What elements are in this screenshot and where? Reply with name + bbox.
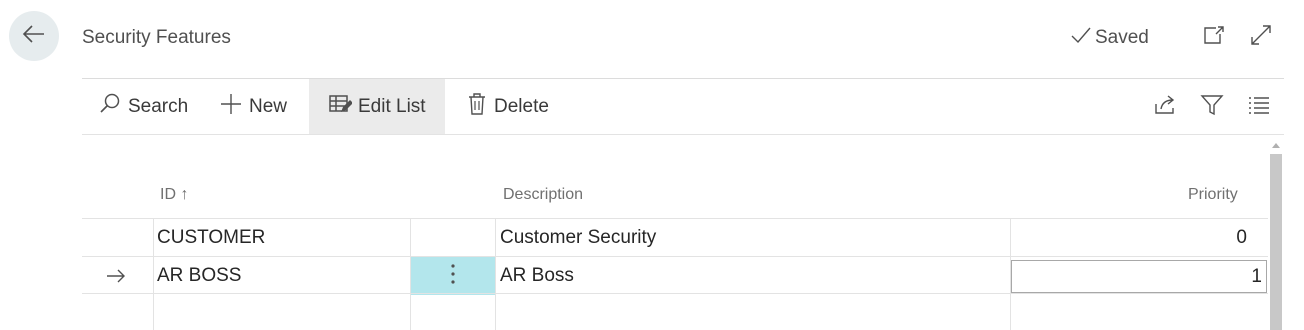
expand-button[interactable] (1249, 23, 1273, 52)
filter-icon (1200, 93, 1224, 122)
priority-input[interactable] (1011, 260, 1267, 293)
open-in-new-icon (1203, 25, 1225, 50)
column-header-id[interactable]: ID ↑ (160, 186, 188, 204)
cell-id[interactable]: AR BOSS (157, 257, 241, 295)
scrollbar-thumb[interactable] (1270, 154, 1282, 330)
more-vertical-icon (450, 263, 456, 290)
edit-list-icon (328, 93, 353, 121)
cell-priority[interactable]: 0 (1011, 219, 1247, 257)
saved-label: Saved (1095, 27, 1149, 48)
scroll-up-icon[interactable] (1272, 143, 1280, 148)
search-icon (98, 92, 122, 122)
filter-button[interactable] (1200, 93, 1224, 122)
list-icon (1247, 95, 1271, 120)
plus-icon (219, 92, 243, 122)
sort-ascending-icon: ↑ (180, 186, 189, 203)
list-options-button[interactable] (1247, 95, 1271, 119)
current-row-arrow-icon (106, 257, 126, 295)
search-label: Search (128, 95, 189, 117)
column-header-description[interactable]: Description (503, 186, 583, 204)
delete-button[interactable]: Delete (466, 79, 549, 134)
row-actions-menu-button[interactable] (411, 257, 495, 295)
action-bar: Search New Edit List Delete (82, 79, 1284, 135)
arrow-left-icon (21, 21, 47, 52)
column-header-priority[interactable]: Priority (1188, 186, 1238, 204)
table-row[interactable]: CUSTOMER Customer Security 0 (82, 219, 1268, 257)
checkmark-icon (1070, 26, 1092, 50)
vertical-scrollbar[interactable] (1268, 140, 1284, 330)
row-divider (82, 293, 1268, 294)
cell-id[interactable]: CUSTOMER (157, 219, 265, 257)
table-row-selected[interactable]: AR BOSS AR Boss (82, 257, 1268, 295)
column-header-id-label: ID (160, 186, 176, 203)
new-button[interactable]: New (219, 79, 287, 134)
new-label: New (249, 95, 288, 117)
saved-status: Saved (1070, 26, 1149, 50)
expand-icon (1249, 23, 1273, 52)
back-button[interactable] (9, 11, 59, 61)
edit-list-label: Edit List (358, 95, 426, 117)
edit-list-button[interactable]: Edit List (309, 79, 445, 134)
share-icon (1153, 94, 1177, 121)
search-button[interactable]: Search (98, 79, 188, 134)
share-button[interactable] (1153, 94, 1177, 121)
trash-icon (466, 92, 488, 122)
page-title: Security Features (82, 27, 231, 48)
cell-description[interactable]: AR Boss (500, 257, 574, 295)
security-features-table: ID ↑ Description Priority CUSTOMER Custo… (82, 136, 1268, 330)
action-bar-divider (82, 134, 1284, 135)
open-in-new-window-button[interactable] (1202, 25, 1226, 49)
cell-description[interactable]: Customer Security (500, 219, 656, 257)
delete-label: Delete (494, 95, 549, 117)
